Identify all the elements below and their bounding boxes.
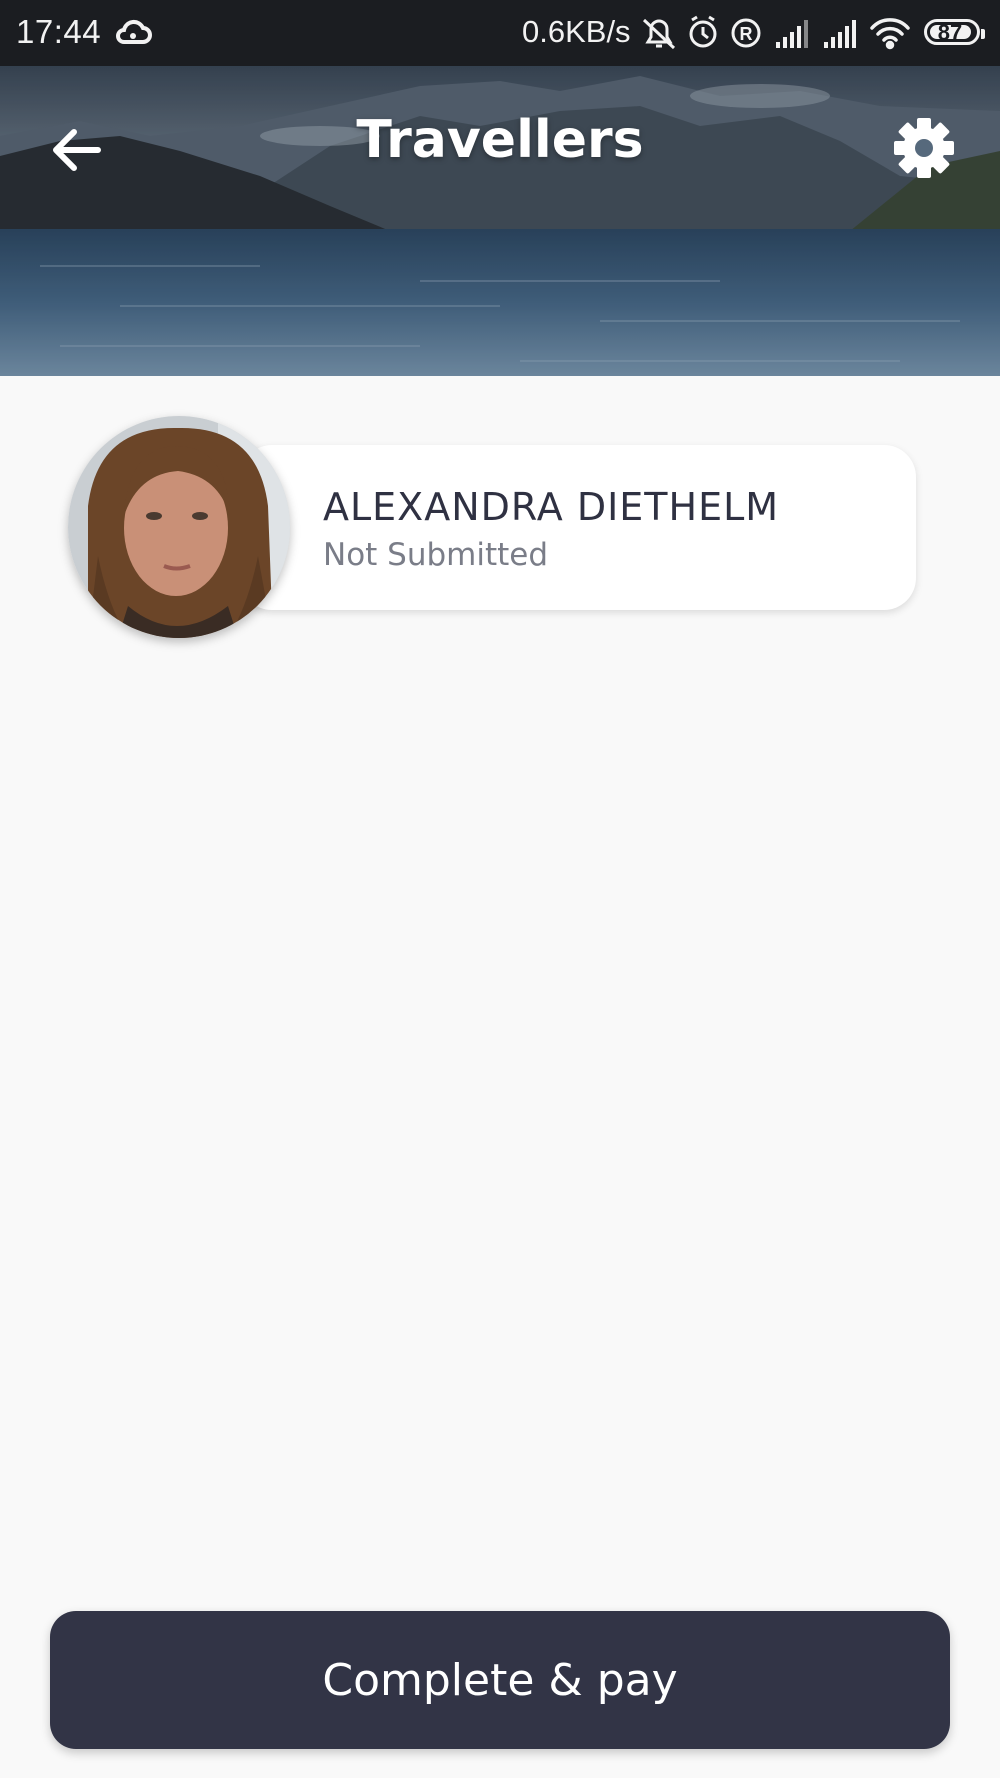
traveller-card[interactable]: ALEXANDRA DIETHELM Not Submitted [240, 445, 916, 610]
avatar[interactable] [68, 416, 290, 638]
cloud-icon [116, 19, 152, 44]
battery-level: 87 [937, 20, 963, 45]
header: Travellers [0, 66, 1000, 376]
settings-button[interactable] [888, 112, 960, 184]
page-title: Travellers [356, 110, 644, 170]
traveller-photo [68, 416, 290, 638]
signal-icon [776, 20, 808, 48]
battery-icon: 87 [924, 19, 985, 45]
gear-icon [894, 118, 954, 178]
alarm-icon [689, 15, 717, 48]
registered-icon: R [731, 18, 761, 48]
bell-muted-icon [642, 18, 676, 50]
traveller-name: ALEXANDRA DIETHELM [323, 485, 780, 529]
svg-text:R: R [740, 24, 753, 44]
status-bar: 17:44 0.6KB/s R 87 [0, 0, 1000, 66]
wifi-icon [870, 18, 910, 50]
network-speed: 0.6KB/s [522, 14, 631, 49]
status-icons-group: R [642, 15, 910, 50]
status-time: 17:44 [16, 13, 102, 50]
traveller-status: Not Submitted [323, 537, 549, 573]
complete-and-pay-button[interactable]: Complete & pay [50, 1611, 950, 1749]
signal-icon [824, 20, 856, 48]
